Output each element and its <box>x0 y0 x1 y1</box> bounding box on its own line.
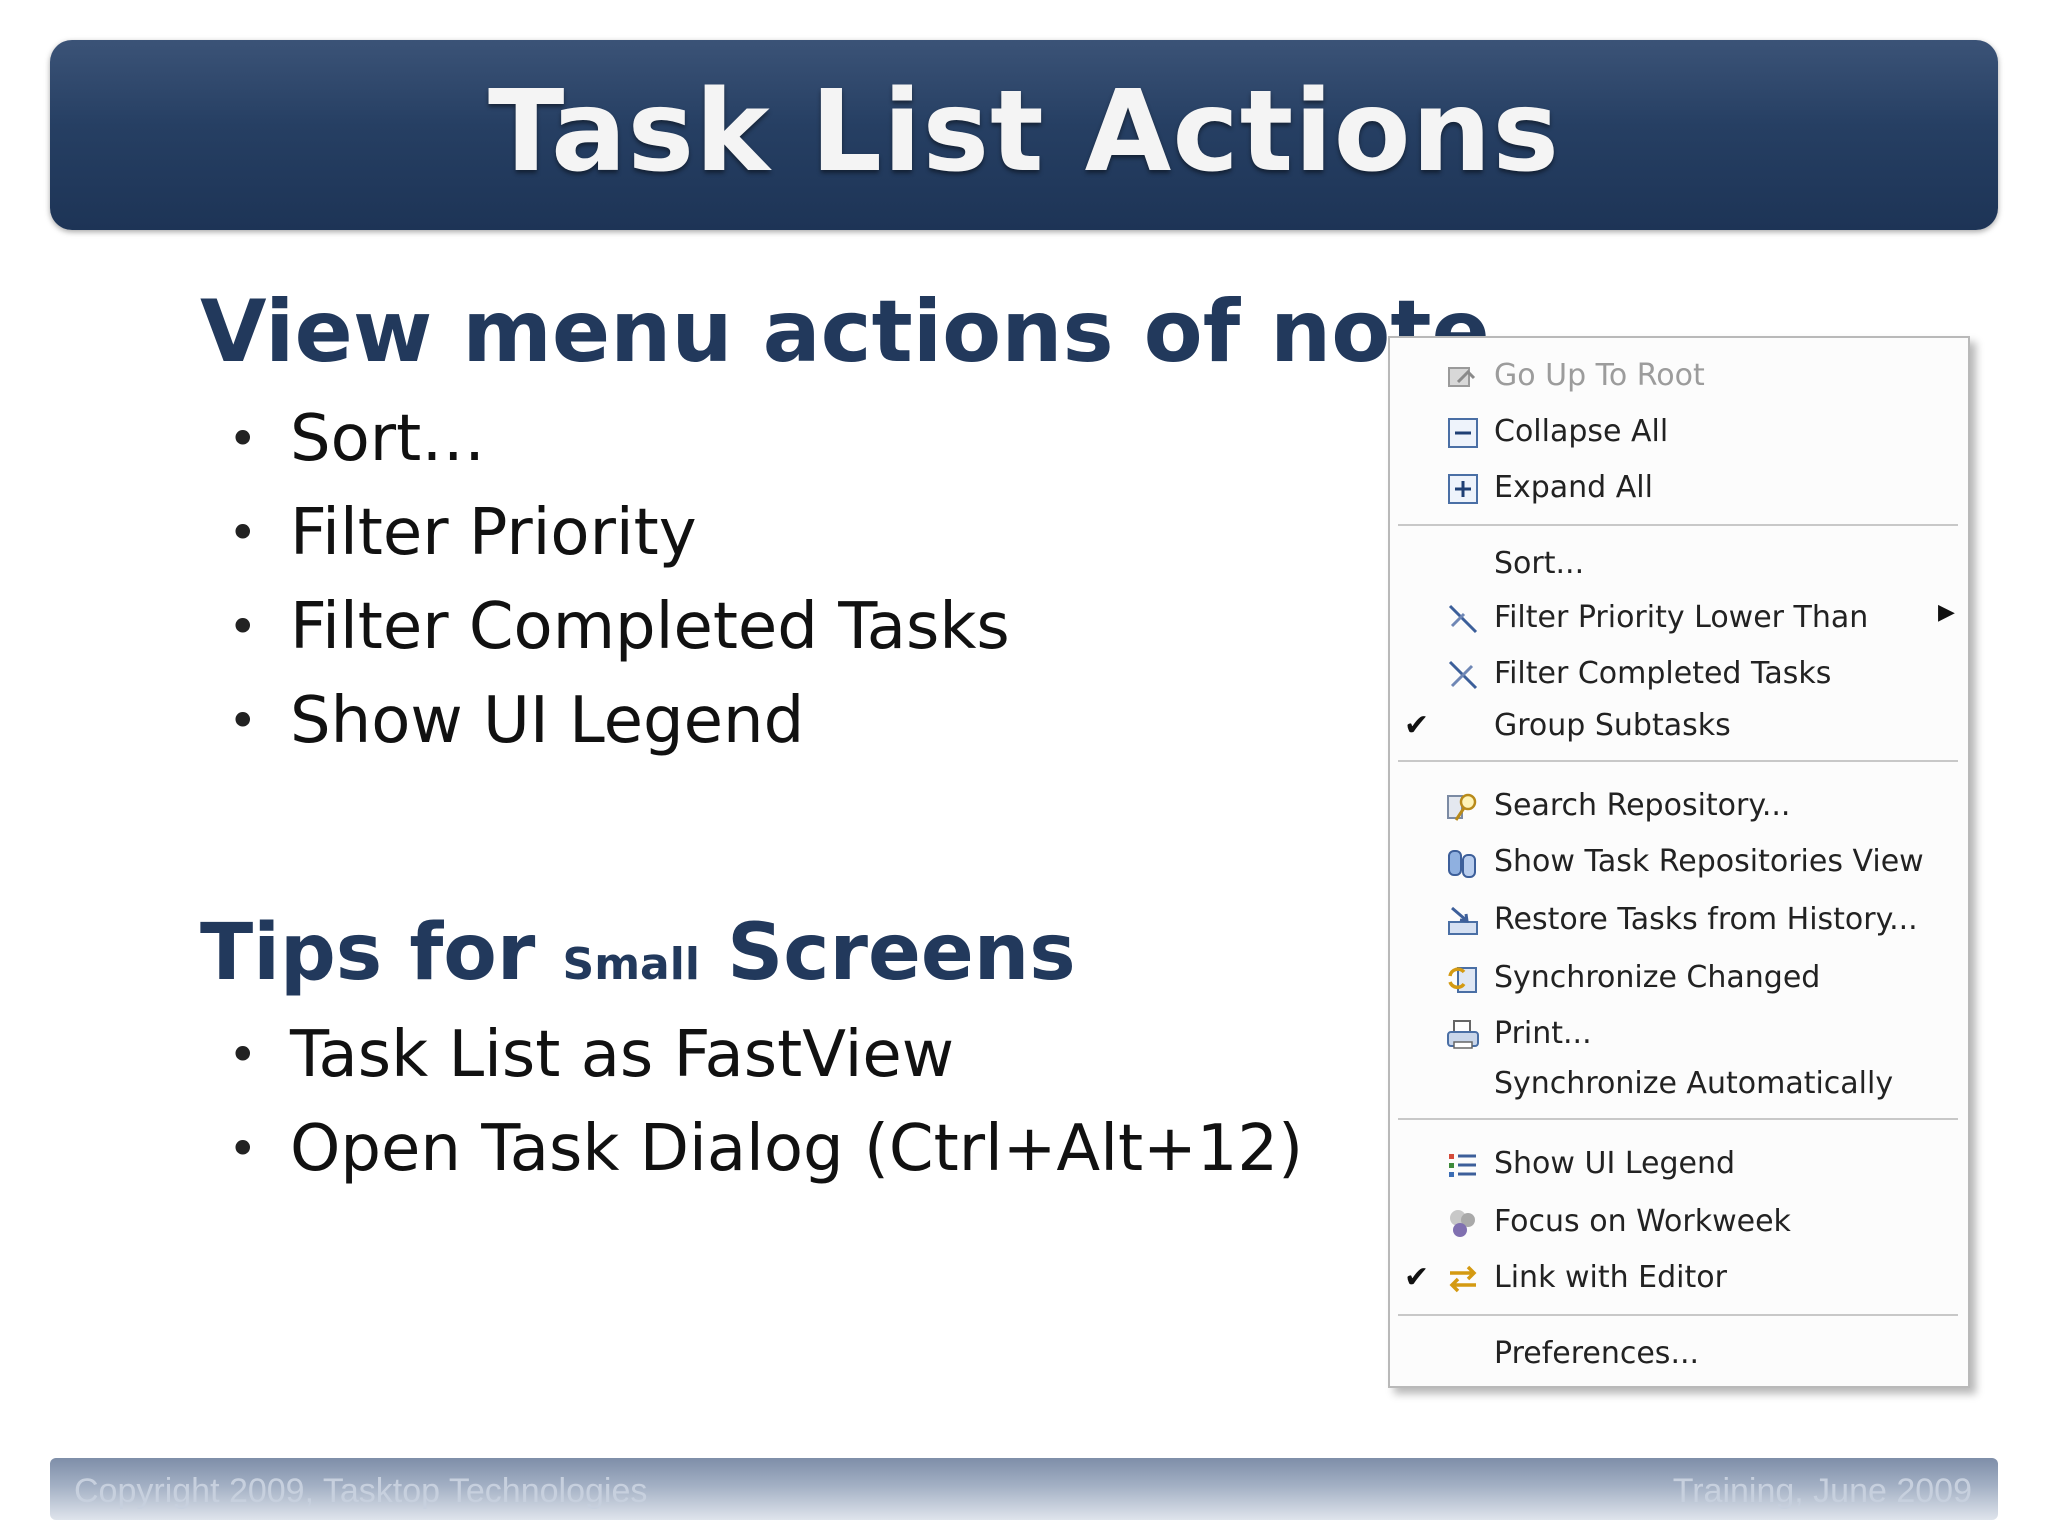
slide-title: Task List Actions <box>488 67 1560 197</box>
view-menu-popup: Go Up To Root Collapse All Expand All So… <box>1388 336 1970 1388</box>
menu-item-synchronize-changed[interactable]: Synchronize Changed <box>1390 952 1968 1004</box>
menu-item-label: Restore Tasks from History... <box>1494 902 1918 937</box>
menu-item-label: Synchronize Automatically <box>1494 1066 1894 1101</box>
bullet-item: Filter Completed Tasks <box>228 580 1010 674</box>
checkmark-icon: ✔ <box>1404 708 1430 743</box>
bullet-item: Sort… <box>228 392 1010 486</box>
menu-item-filter-priority-lower-than[interactable]: Filter Priority Lower Than ▶ <box>1390 592 1968 644</box>
menu-item-expand-all[interactable]: Expand All <box>1390 462 1968 514</box>
menu-item-label: Show UI Legend <box>1494 1146 1736 1181</box>
ui-legend-icon <box>1449 1154 1476 1177</box>
section-heading-small-screens: Tips for Small Screens <box>200 908 1076 998</box>
expand-all-icon <box>1448 474 1478 504</box>
slide-title-bar: Task List Actions <box>50 40 1998 230</box>
menu-item-label: Print... <box>1494 1016 1592 1051</box>
menu-item-show-ui-legend[interactable]: Show UI Legend <box>1390 1138 1968 1190</box>
task-repositories-icon <box>1448 850 1476 878</box>
slide-footer: Copyright 2009, Tasktop Technologies Tra… <box>50 1458 1998 1520</box>
menu-item-label: Link with Editor <box>1494 1260 1727 1295</box>
view-menu-bullet-list: Sort… Filter Priority Filter Completed T… <box>228 392 1010 768</box>
menu-item-label: Collapse All <box>1494 414 1669 449</box>
menu-item-filter-completed-tasks[interactable]: Filter Completed Tasks <box>1390 648 1968 700</box>
bullet-item: Filter Priority <box>228 486 1010 580</box>
link-editor-icon <box>1449 1265 1477 1293</box>
submenu-arrow-icon: ▶ <box>1938 600 1955 625</box>
restore-history-icon <box>1448 906 1478 935</box>
go-up-to-root-icon <box>1448 367 1476 387</box>
menu-item-synchronize-automatically[interactable]: Synchronize Automatically <box>1390 1058 1968 1110</box>
menu-item-label: Expand All <box>1494 470 1653 505</box>
heading-small-word: Small <box>562 939 700 990</box>
menu-item-group-subtasks[interactable]: ✔ Group Subtasks <box>1390 700 1968 752</box>
heading-part: Screens <box>699 908 1076 998</box>
checkmark-icon: ✔ <box>1404 1260 1430 1295</box>
menu-item-sort[interactable]: Sort... <box>1390 538 1968 590</box>
menu-item-preferences[interactable]: Preferences... <box>1390 1328 1968 1380</box>
menu-item-label: Preferences... <box>1494 1336 1700 1371</box>
menu-item-label: Search Repository... <box>1494 788 1791 823</box>
menu-item-label: Filter Priority Lower Than <box>1494 600 1869 635</box>
menu-item-focus-on-workweek[interactable]: Focus on Workweek <box>1390 1196 1968 1248</box>
menu-item-search-repository[interactable]: Search Repository... <box>1390 780 1968 832</box>
menu-item-label: Go Up To Root <box>1494 358 1705 393</box>
filter-completed-icon <box>1448 660 1478 690</box>
footer-copyright: Copyright 2009, Tasktop Technologies <box>74 1472 648 1510</box>
menu-item-show-task-repositories-view[interactable]: Show Task Repositories View <box>1390 836 1968 888</box>
bullet-item: Show UI Legend <box>228 674 1010 768</box>
heading-part: Tips for <box>200 908 563 998</box>
bullet-item: Task List as FastView <box>228 1008 1303 1102</box>
menu-item-label: Sort... <box>1494 546 1585 581</box>
menu-item-label: Group Subtasks <box>1494 708 1731 743</box>
menu-item-label: Focus on Workweek <box>1494 1204 1791 1239</box>
menu-item-collapse-all[interactable]: Collapse All <box>1390 406 1968 458</box>
menu-item-label: Filter Completed Tasks <box>1494 656 1832 691</box>
menu-separator <box>1398 760 1958 762</box>
print-icon <box>1447 1020 1479 1049</box>
menu-item-restore-tasks-from-history[interactable]: Restore Tasks from History... <box>1390 894 1968 946</box>
menu-separator <box>1398 1118 1958 1120</box>
menu-separator <box>1398 524 1958 526</box>
section-heading-view-menu: View menu actions of note <box>200 282 1490 382</box>
filter-priority-icon <box>1448 604 1478 634</box>
menu-separator <box>1398 1314 1958 1316</box>
menu-item-print[interactable]: Print... <box>1390 1008 1968 1060</box>
menu-item-go-up-to-root[interactable]: Go Up To Root <box>1390 350 1968 402</box>
search-repository-icon <box>1447 793 1477 821</box>
synchronize-icon <box>1448 967 1477 993</box>
footer-date: Training, June 2009 <box>1672 1472 1972 1510</box>
tips-bullet-list: Task List as FastView Open Task Dialog (… <box>228 1008 1303 1196</box>
bullet-item: Open Task Dialog (Ctrl+Alt+12) <box>228 1102 1303 1196</box>
menu-item-label: Show Task Repositories View <box>1494 844 1924 879</box>
collapse-all-icon <box>1448 418 1478 448</box>
menu-item-label: Synchronize Changed <box>1494 960 1821 995</box>
focus-workweek-icon <box>1450 1210 1475 1237</box>
menu-item-link-with-editor[interactable]: ✔ Link with Editor <box>1390 1252 1968 1304</box>
